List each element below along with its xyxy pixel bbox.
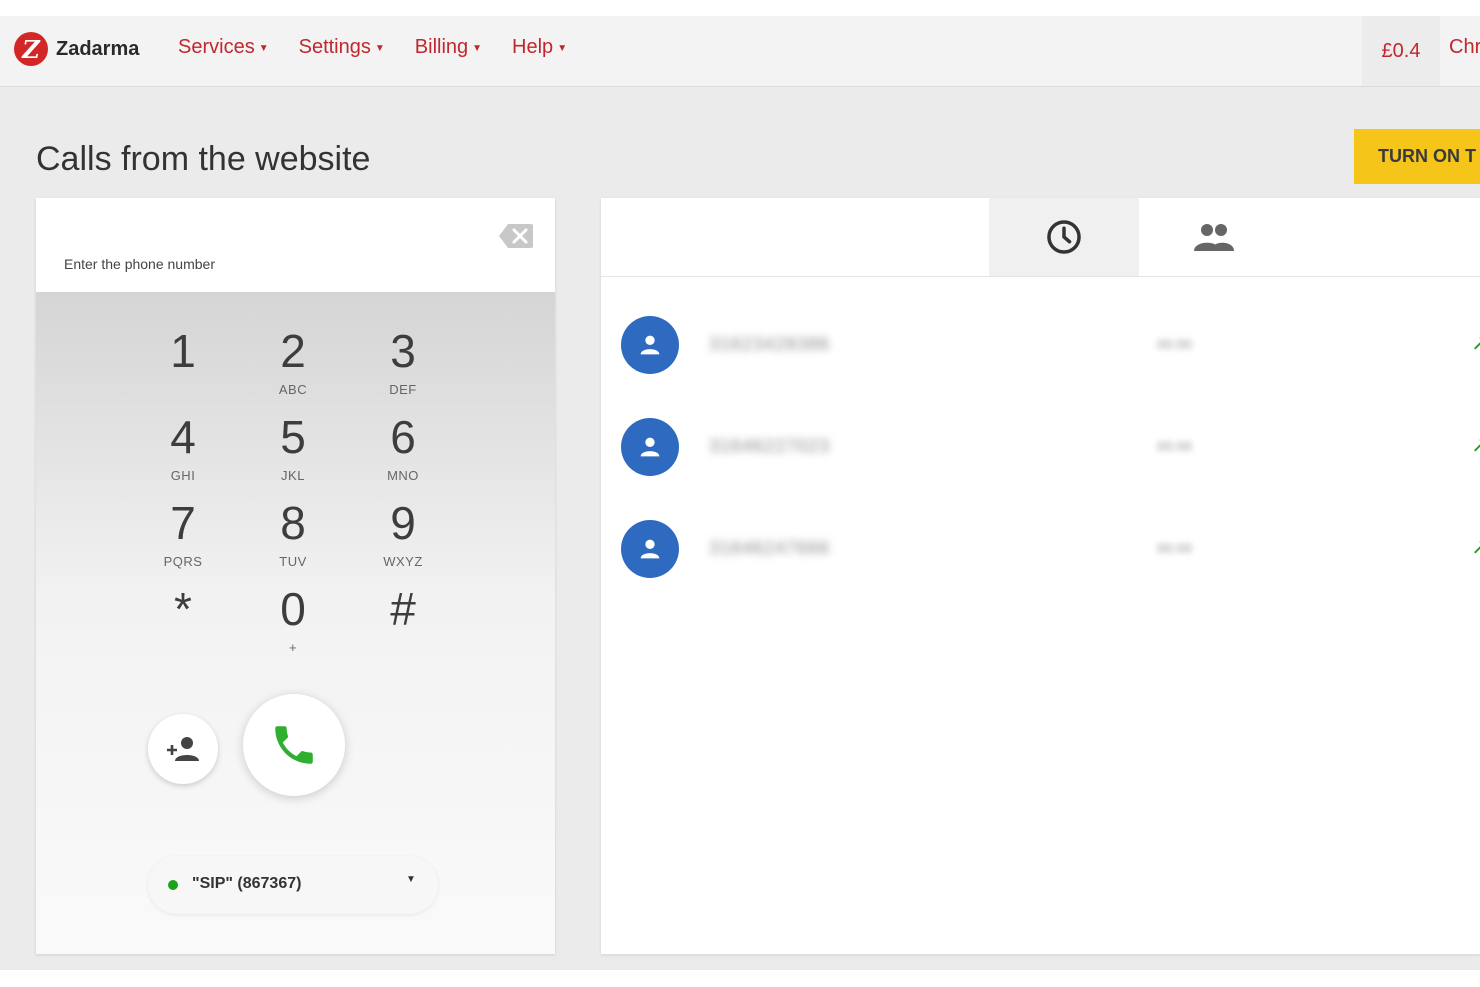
call-row[interactable]: 31623428386 00:00 ↗	[601, 304, 1480, 384]
top-nav: Z Zadarma Services ▼ Settings ▼ Billing …	[0, 16, 1480, 87]
menu-settings-label: Settings	[298, 36, 371, 58]
call-time: 00:00	[1157, 438, 1193, 454]
key-letters: +	[288, 640, 298, 655]
menu-services[interactable]: Services ▼	[178, 36, 269, 59]
menu-help-label: Help	[512, 36, 554, 58]
key-5[interactable]: 5 JKL	[238, 394, 348, 483]
caret-down-icon: ▼	[406, 874, 416, 885]
key-6[interactable]: 6 MNO	[348, 394, 458, 483]
outgoing-call-icon: ↗	[1471, 534, 1480, 560]
dialer-panel: 1 2 ABC 3 DEF 4 GHI 5 JKL 6 MNO	[36, 198, 555, 954]
person-icon	[640, 539, 660, 559]
balance-box[interactable]: £0.4	[1362, 16, 1440, 86]
key-8[interactable]: 8 TUV	[238, 480, 348, 569]
menu-help[interactable]: Help ▼	[512, 36, 567, 59]
panel-tabs	[601, 198, 1480, 277]
caret-down-icon: ▼	[374, 43, 385, 54]
call-time: 00:00	[1157, 540, 1193, 556]
main-menu: Services ▼ Settings ▼ Billing ▼ Help ▼	[178, 36, 567, 59]
zadarma-logo-icon: Z	[14, 32, 48, 66]
phone-number-input[interactable]	[64, 256, 464, 272]
key-digit: 6	[390, 411, 416, 463]
call-history-panel: 31623428386 00:00 ↗ 31646227023 00:00 ↗	[601, 198, 1480, 954]
add-contact-button[interactable]	[148, 714, 218, 784]
add-person-icon	[167, 737, 199, 761]
key-digit: 8	[280, 497, 306, 549]
caret-down-icon: ▼	[557, 43, 568, 54]
person-icon	[640, 437, 660, 457]
app-frame: Z Zadarma Services ▼ Settings ▼ Billing …	[0, 16, 1480, 970]
online-status-icon	[168, 880, 178, 890]
logo[interactable]: Z Zadarma	[14, 32, 139, 66]
menu-billing[interactable]: Billing ▼	[415, 36, 482, 59]
key-digit: *	[174, 583, 192, 635]
key-digit: 1	[170, 325, 196, 377]
key-star[interactable]: *	[128, 566, 238, 652]
call-number: 31623428386	[709, 334, 831, 354]
menu-settings[interactable]: Settings ▼	[299, 36, 385, 59]
key-hash[interactable]: #	[348, 566, 458, 652]
avatar	[621, 418, 679, 476]
key-letters	[128, 640, 238, 654]
tab-call-history[interactable]	[989, 198, 1139, 276]
key-digit: 7	[170, 497, 196, 549]
person-icon	[640, 335, 660, 355]
key-digit: 5	[280, 411, 306, 463]
key-3[interactable]: 3 DEF	[348, 308, 458, 397]
key-2[interactable]: 2 ABC	[238, 308, 348, 397]
call-row[interactable]: 31646247666 00:00 ↗	[601, 508, 1480, 588]
tab-contacts[interactable]	[1139, 198, 1289, 276]
key-digit: 9	[390, 497, 416, 549]
avatar	[621, 520, 679, 578]
outgoing-call-icon: ↗	[1471, 330, 1480, 356]
user-menu[interactable]: Chr	[1449, 36, 1480, 59]
page-title: Calls from the website	[36, 140, 371, 178]
sip-line-select[interactable]: "SIP" (867367) ▼	[148, 856, 438, 914]
outgoing-call-icon: ↗	[1471, 432, 1480, 458]
call-button[interactable]	[243, 694, 345, 796]
sip-line-label: "SIP" (867367)	[192, 875, 302, 892]
call-row[interactable]: 31646227023 00:00 ↗	[601, 406, 1480, 486]
key-9[interactable]: 9 WXYZ	[348, 480, 458, 569]
logo-text: Zadarma	[56, 37, 140, 60]
key-7[interactable]: 7 PQRS	[128, 480, 238, 569]
phone-icon	[275, 726, 313, 764]
menu-services-label: Services	[178, 36, 255, 58]
caret-down-icon: ▼	[472, 43, 483, 54]
call-number: 31646247666	[709, 538, 831, 558]
contacts-icon	[1194, 224, 1234, 251]
key-1[interactable]: 1	[128, 308, 238, 394]
call-time: 00:00	[1157, 336, 1193, 352]
backspace-icon[interactable]	[498, 222, 534, 250]
key-digit: 4	[170, 411, 196, 463]
clock-icon	[1047, 220, 1081, 254]
balance-amount: £0.4	[1381, 39, 1421, 62]
avatar	[621, 316, 679, 374]
key-4[interactable]: 4 GHI	[128, 394, 238, 483]
key-digit: 0	[280, 583, 306, 635]
call-number: 31646227023	[709, 436, 831, 456]
turn-on-button[interactable]: TURN ON T	[1354, 129, 1480, 184]
key-0[interactable]: 0 +	[238, 566, 348, 655]
key-letters	[348, 640, 458, 654]
key-digit: #	[390, 583, 416, 635]
caret-down-icon: ▼	[258, 43, 269, 54]
key-digit: 2	[280, 325, 306, 377]
key-digit: 3	[390, 325, 416, 377]
menu-billing-label: Billing	[414, 36, 469, 58]
number-area	[36, 198, 555, 292]
